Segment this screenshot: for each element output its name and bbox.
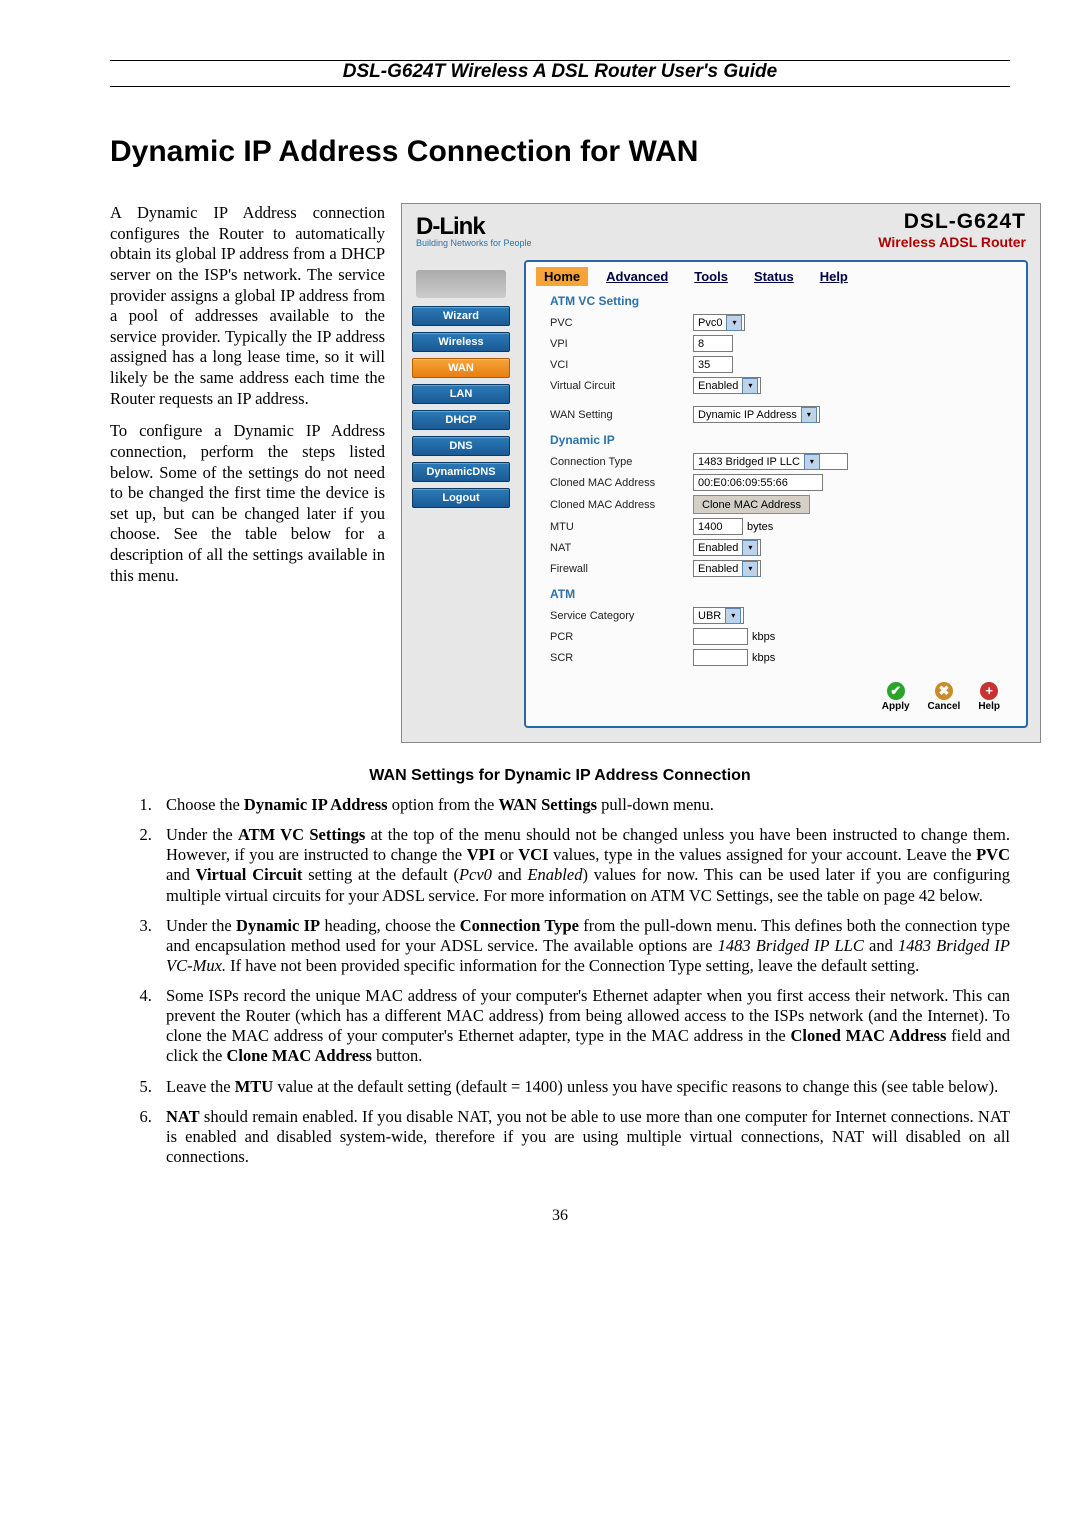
sidebar-item-dhcp[interactable]: DHCP <box>412 410 510 430</box>
apply-button[interactable]: ✔Apply <box>882 682 910 712</box>
firewall-label: Firewall <box>550 563 685 575</box>
mtu-label: MTU <box>550 521 685 533</box>
section-atm-vc-title: ATM VC Setting <box>526 286 1026 312</box>
cloned-mac-label: Cloned MAC Address <box>550 477 685 489</box>
help-button[interactable]: +Help <box>978 682 1000 712</box>
wan-setting-label: WAN Setting <box>550 409 685 421</box>
vpi-label: VPI <box>550 338 685 350</box>
firewall-select[interactable]: Enabled▾ <box>693 560 761 577</box>
sidebar-item-dns[interactable]: DNS <box>412 436 510 456</box>
brand-tagline: Building Networks for People <box>416 238 532 248</box>
cloned-mac-label-2: Cloned MAC Address <box>550 499 685 511</box>
intro-paragraph-1: A Dynamic IP Address connection configur… <box>110 203 385 409</box>
header-rule-bottom <box>110 86 1010 87</box>
scr-input[interactable] <box>693 649 748 666</box>
clone-mac-button[interactable]: Clone MAC Address <box>693 495 810 514</box>
service-category-select[interactable]: UBR▾ <box>693 607 744 624</box>
mtu-unit: bytes <box>747 521 773 533</box>
nat-select[interactable]: Enabled▾ <box>693 539 761 556</box>
sidebar-item-wizard[interactable]: Wizard <box>412 306 510 326</box>
cancel-button[interactable]: ✖Cancel <box>928 682 961 712</box>
router-thumbnail <box>416 270 506 298</box>
plus-icon: + <box>980 682 998 700</box>
sidebar-item-wireless[interactable]: Wireless <box>412 332 510 352</box>
step-5: Leave the MTU value at the default setti… <box>156 1077 1010 1097</box>
chevron-down-icon: ▾ <box>742 378 758 394</box>
tab-home[interactable]: Home <box>536 267 588 286</box>
page-number: 36 <box>110 1207 1010 1225</box>
model-sub: Wireless ADSL Router <box>878 234 1026 250</box>
wan-setting-select[interactable]: Dynamic IP Address▾ <box>693 406 820 423</box>
chevron-down-icon: ▾ <box>726 315 742 331</box>
page-title: Dynamic IP Address Connection for WAN <box>110 135 1010 169</box>
step-1: Choose the Dynamic IP Address option fro… <box>156 795 1010 815</box>
router-screenshot: D-Link Building Networks for People DSL-… <box>401 203 1041 743</box>
sidebar-item-logout[interactable]: Logout <box>412 488 510 508</box>
scr-unit: kbps <box>752 652 775 664</box>
nat-label: NAT <box>550 542 685 554</box>
vci-input[interactable] <box>693 356 733 373</box>
tab-status[interactable]: Status <box>746 267 802 286</box>
tab-tools[interactable]: Tools <box>686 267 736 286</box>
section-dynamic-ip-title: Dynamic IP <box>526 425 1026 451</box>
chevron-down-icon: ▾ <box>801 407 817 423</box>
intro-paragraph-2: To configure a Dynamic IP Address connec… <box>110 421 385 586</box>
sidebar-item-wan[interactable]: WAN <box>412 358 510 378</box>
running-title: DSL-G624T Wireless A DSL Router User's G… <box>110 61 1010 86</box>
scr-label: SCR <box>550 652 685 664</box>
sidebar-item-dynamicdns[interactable]: DynamicDNS <box>412 462 510 482</box>
cloned-mac-input[interactable] <box>693 474 823 491</box>
screenshot-caption: WAN Settings for Dynamic IP Address Conn… <box>110 767 1010 785</box>
tab-help[interactable]: Help <box>812 267 856 286</box>
step-2: Under the ATM VC Settings at the top of … <box>156 825 1010 906</box>
service-category-label: Service Category <box>550 610 685 622</box>
chevron-down-icon: ▾ <box>725 608 741 624</box>
chevron-down-icon: ▾ <box>742 561 758 577</box>
vpi-input[interactable] <box>693 335 733 352</box>
chevron-down-icon: ▾ <box>804 454 820 470</box>
section-atm-title: ATM <box>526 579 1026 605</box>
virtual-circuit-select[interactable]: Enabled▾ <box>693 377 761 394</box>
step-3: Under the Dynamic IP heading, choose the… <box>156 916 1010 976</box>
connection-type-label: Connection Type <box>550 456 685 468</box>
tab-advanced[interactable]: Advanced <box>598 267 676 286</box>
pvc-select[interactable]: Pvc0▾ <box>693 314 745 331</box>
pvc-label: PVC <box>550 317 685 329</box>
vci-label: VCI <box>550 359 685 371</box>
step-6: NAT should remain enabled. If you disabl… <box>156 1107 1010 1167</box>
sidebar-item-lan[interactable]: LAN <box>412 384 510 404</box>
running-header: DSL-G624T Wireless A DSL Router User's G… <box>110 60 1010 87</box>
close-icon: ✖ <box>935 682 953 700</box>
pcr-input[interactable] <box>693 628 748 645</box>
connection-type-select[interactable]: 1483 Bridged IP LLC▾ <box>693 453 848 470</box>
step-4: Some ISPs record the unique MAC address … <box>156 986 1010 1067</box>
check-icon: ✔ <box>887 682 905 700</box>
mtu-input[interactable] <box>693 518 743 535</box>
model-name: DSL-G624T <box>878 210 1026 234</box>
brand-logo: D-Link <box>416 213 532 241</box>
chevron-down-icon: ▾ <box>742 540 758 556</box>
virtual-circuit-label: Virtual Circuit <box>550 380 685 392</box>
pcr-label: PCR <box>550 631 685 643</box>
pcr-unit: kbps <box>752 631 775 643</box>
